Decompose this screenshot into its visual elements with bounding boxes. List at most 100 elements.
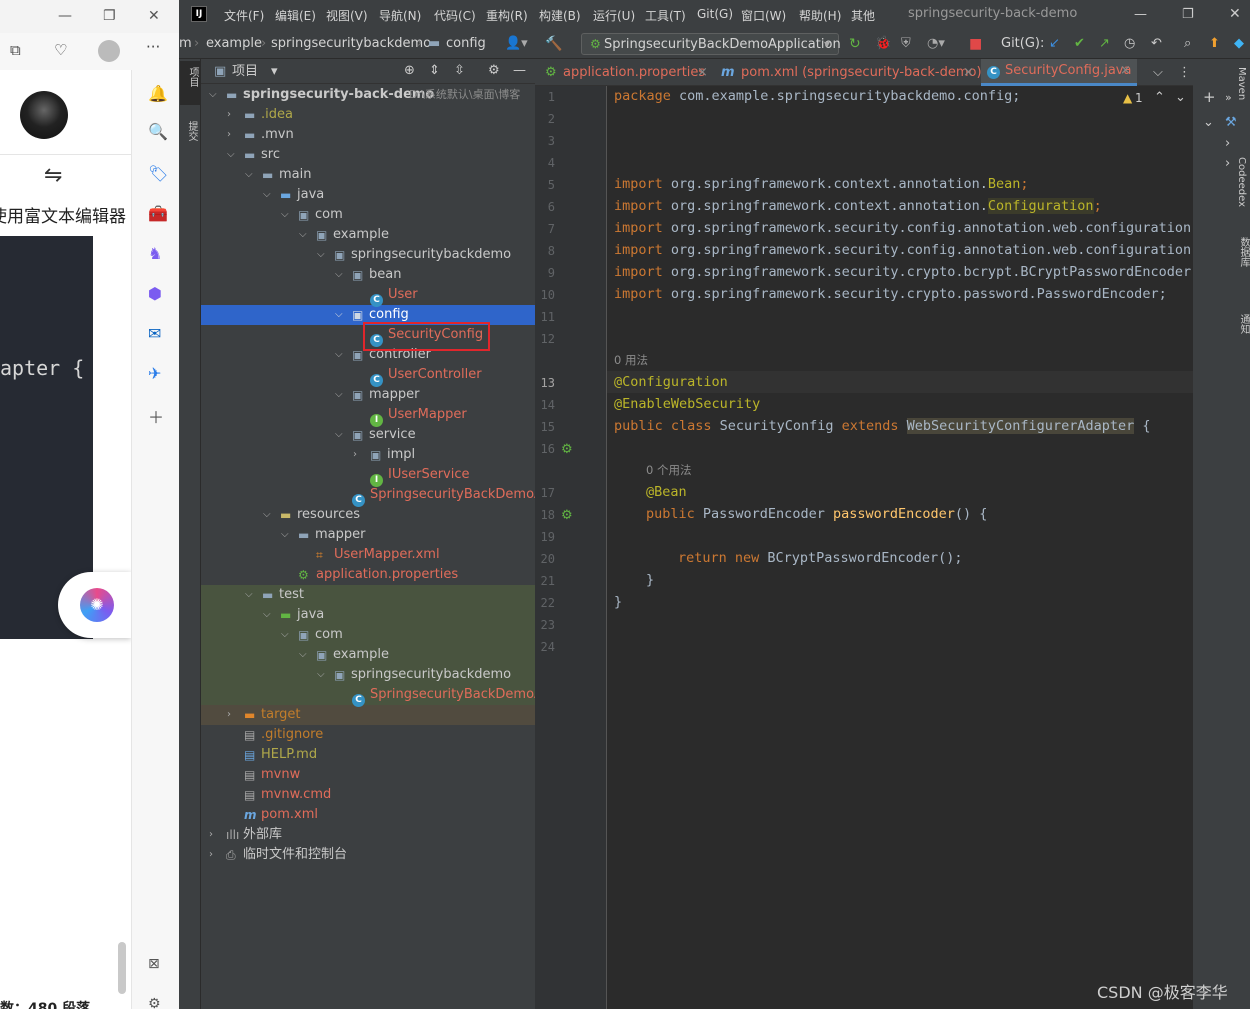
spring-bean-icon[interactable]: ⚙ bbox=[561, 509, 573, 522]
restore-icon[interactable]: ❐ bbox=[1182, 8, 1194, 21]
build-hammer-icon[interactable]: 🔨 bbox=[545, 36, 562, 52]
menu-tools[interactable]: 工具(T) bbox=[645, 7, 686, 24]
tab-pom-xml[interactable]: pom.xml (springsecurity-back-demo) bbox=[741, 59, 982, 86]
close-icon[interactable]: × bbox=[697, 59, 708, 86]
git-push-icon[interactable]: ↗ bbox=[1099, 36, 1110, 51]
tab-collection-icon[interactable]: ⧉ bbox=[10, 41, 21, 59]
menu-edit[interactable]: 编辑(E) bbox=[275, 7, 316, 24]
tree-row[interactable]: › ⎙ 临时文件和控制台 bbox=[201, 845, 535, 865]
tool-icon[interactable]: ⚒ bbox=[1225, 116, 1237, 129]
menu-other[interactable]: 其他 bbox=[851, 7, 875, 24]
expand-all-icon[interactable]: ⇕ bbox=[429, 64, 440, 77]
more-icon[interactable]: » bbox=[1225, 92, 1232, 103]
close-icon[interactable]: ✕ bbox=[148, 8, 160, 24]
codeedex-tab[interactable]: Codeedex bbox=[1236, 157, 1247, 207]
tree-row[interactable]: ⚙ application.properties bbox=[201, 565, 535, 585]
tree-row[interactable]: ⌵ ▣ com bbox=[201, 625, 535, 645]
outlook-icon[interactable]: ✉ bbox=[148, 324, 161, 343]
spring-bean-icon[interactable]: ⚙ bbox=[561, 443, 573, 456]
tree-row[interactable]: ⌵ ▣ springsecuritybackdemo bbox=[201, 245, 535, 265]
tree-row[interactable]: ⌵ ▬ java bbox=[201, 185, 535, 205]
close-icon[interactable]: ✕ bbox=[1229, 7, 1241, 21]
coverage-icon[interactable]: ⛨ bbox=[901, 36, 911, 51]
revert-icon[interactable]: ↶ bbox=[1151, 36, 1162, 51]
chevron-down-icon[interactable]: ▾ bbox=[271, 65, 278, 78]
tab-application-properties[interactable]: application.properties bbox=[563, 59, 705, 86]
tree-row[interactable]: ⌵ ▬ main bbox=[201, 165, 535, 185]
collapse-all-icon[interactable]: ⇳ bbox=[454, 64, 465, 77]
tree-row[interactable]: ▤ .gitignore bbox=[201, 725, 535, 745]
tree-row[interactable]: › ıllı 外部库 bbox=[201, 825, 535, 845]
tree-row[interactable]: C User bbox=[201, 285, 535, 307]
tree-row[interactable]: ▤ mvnw.cmd bbox=[201, 785, 535, 805]
project-tool-tab[interactable]: 项目 bbox=[180, 61, 200, 105]
tree-row[interactable]: ⌵ ▬ mapper bbox=[201, 525, 535, 545]
maven-tab[interactable]: Maven bbox=[1236, 67, 1247, 100]
tree-row[interactable]: ⌵ ▣ springsecuritybackdemo bbox=[201, 665, 535, 685]
menu-run[interactable]: 运行(U) bbox=[593, 7, 635, 24]
hide-icon[interactable]: — bbox=[513, 64, 526, 77]
user-icon[interactable]: 👤▾ bbox=[505, 36, 528, 51]
close-icon[interactable]: × bbox=[963, 59, 974, 86]
search-icon[interactable]: ⌕ bbox=[1184, 36, 1191, 51]
rerun-icon[interactable]: ↻ bbox=[849, 36, 861, 52]
games-icon[interactable]: ♞ bbox=[148, 244, 162, 263]
user-avatar[interactable] bbox=[20, 91, 68, 139]
tree-row[interactable]: m pom.xml bbox=[201, 805, 535, 825]
menu-help[interactable]: 帮助(H) bbox=[799, 7, 841, 24]
ai-assistant-button[interactable]: ✺ bbox=[58, 572, 131, 638]
menu-git[interactable]: Git(G) bbox=[697, 7, 733, 21]
breadcrumb-item[interactable]: springsecuritybackdemo bbox=[271, 36, 431, 51]
scrollbar[interactable] bbox=[118, 942, 126, 994]
restore-icon[interactable]: ❐ bbox=[103, 8, 116, 24]
tree-row[interactable]: ⌵ ▬ src bbox=[201, 145, 535, 165]
plugin-icon[interactable]: ◆ bbox=[1234, 36, 1244, 51]
chevron-right-icon[interactable]: › bbox=[1225, 157, 1230, 170]
minimize-icon[interactable]: — bbox=[1134, 8, 1147, 21]
tree-row[interactable]: ⌵ ▬ resources bbox=[201, 505, 535, 525]
tree-row[interactable]: › ▬ target bbox=[201, 705, 535, 725]
tree-row[interactable]: I UserMapper bbox=[201, 405, 535, 427]
git-update-icon[interactable]: ↙ bbox=[1049, 36, 1060, 51]
stop-icon[interactable]: ■ bbox=[969, 36, 982, 52]
tree-row[interactable]: ⌵ ▣ example bbox=[201, 645, 535, 665]
warning-icon[interactable]: ▲ bbox=[1123, 92, 1132, 104]
swap-icon[interactable]: ⇋ bbox=[44, 163, 62, 188]
tree-row[interactable]: ⌵ ▣ mapper bbox=[201, 385, 535, 405]
tree-row[interactable]: › ▬ .idea bbox=[201, 105, 535, 125]
bell-icon[interactable]: 🔔 bbox=[148, 84, 168, 103]
copilot-icon[interactable]: ⬢ bbox=[148, 284, 162, 303]
add-icon[interactable]: ＋ bbox=[148, 404, 164, 428]
profile-avatar[interactable] bbox=[98, 40, 120, 62]
more-icon[interactable]: ··· bbox=[146, 38, 160, 56]
tree-row[interactable]: C UserController bbox=[201, 365, 535, 387]
menu-build[interactable]: 构建(B) bbox=[539, 7, 581, 24]
history-icon[interactable]: ◷ bbox=[1124, 36, 1135, 51]
warning-count[interactable]: 1 bbox=[1135, 92, 1143, 104]
more-icon[interactable]: ⋮ bbox=[1178, 59, 1191, 86]
menu-window[interactable]: 窗口(W) bbox=[741, 7, 786, 24]
search-icon[interactable]: 🔍 bbox=[148, 122, 168, 141]
gear-icon[interactable]: ⚙ bbox=[488, 64, 500, 77]
menu-navigate[interactable]: 导航(N) bbox=[379, 7, 421, 24]
close-icon[interactable]: × bbox=[1120, 57, 1131, 84]
tag-icon[interactable]: 🏷 bbox=[148, 164, 168, 183]
tree-row[interactable]: ⌵ ▬ java bbox=[201, 605, 535, 625]
tree-row[interactable]: C SpringsecurityBackDemoApp bbox=[201, 485, 559, 507]
chevron-up-icon[interactable]: ⌃ bbox=[1154, 91, 1165, 104]
toolbox-icon[interactable]: 🧰 bbox=[148, 204, 168, 223]
tree-row[interactable]: ⌵ ▣ service bbox=[201, 425, 535, 445]
database-tab[interactable]: 数据库 bbox=[1236, 237, 1250, 267]
tab-security-config-active[interactable]: C SecurityConfig.java × bbox=[981, 59, 1137, 86]
tree-row[interactable]: ⌵ ▣ bean bbox=[201, 265, 535, 285]
tree-row[interactable]: ▤ HELP.md bbox=[201, 745, 535, 765]
tree-row[interactable]: ⌵ ▣ com bbox=[201, 205, 535, 225]
update-icon[interactable]: ⬆ bbox=[1209, 36, 1220, 51]
tree-row[interactable]: ⌗ UserMapper.xml bbox=[201, 545, 535, 565]
tree-row[interactable]: › ▬ .mvn bbox=[201, 125, 535, 145]
panel-title[interactable]: 项目 bbox=[232, 65, 258, 78]
chevron-down-icon[interactable]: ⌄ bbox=[1175, 91, 1186, 104]
tree-row[interactable]: I IUserService bbox=[201, 465, 535, 487]
git-commit-icon[interactable]: ✔ bbox=[1074, 36, 1085, 51]
tree-row-project-root[interactable]: ⌵ ▬ springsecurity-back-demo D:\系统默认\桌面\博… bbox=[201, 85, 535, 105]
